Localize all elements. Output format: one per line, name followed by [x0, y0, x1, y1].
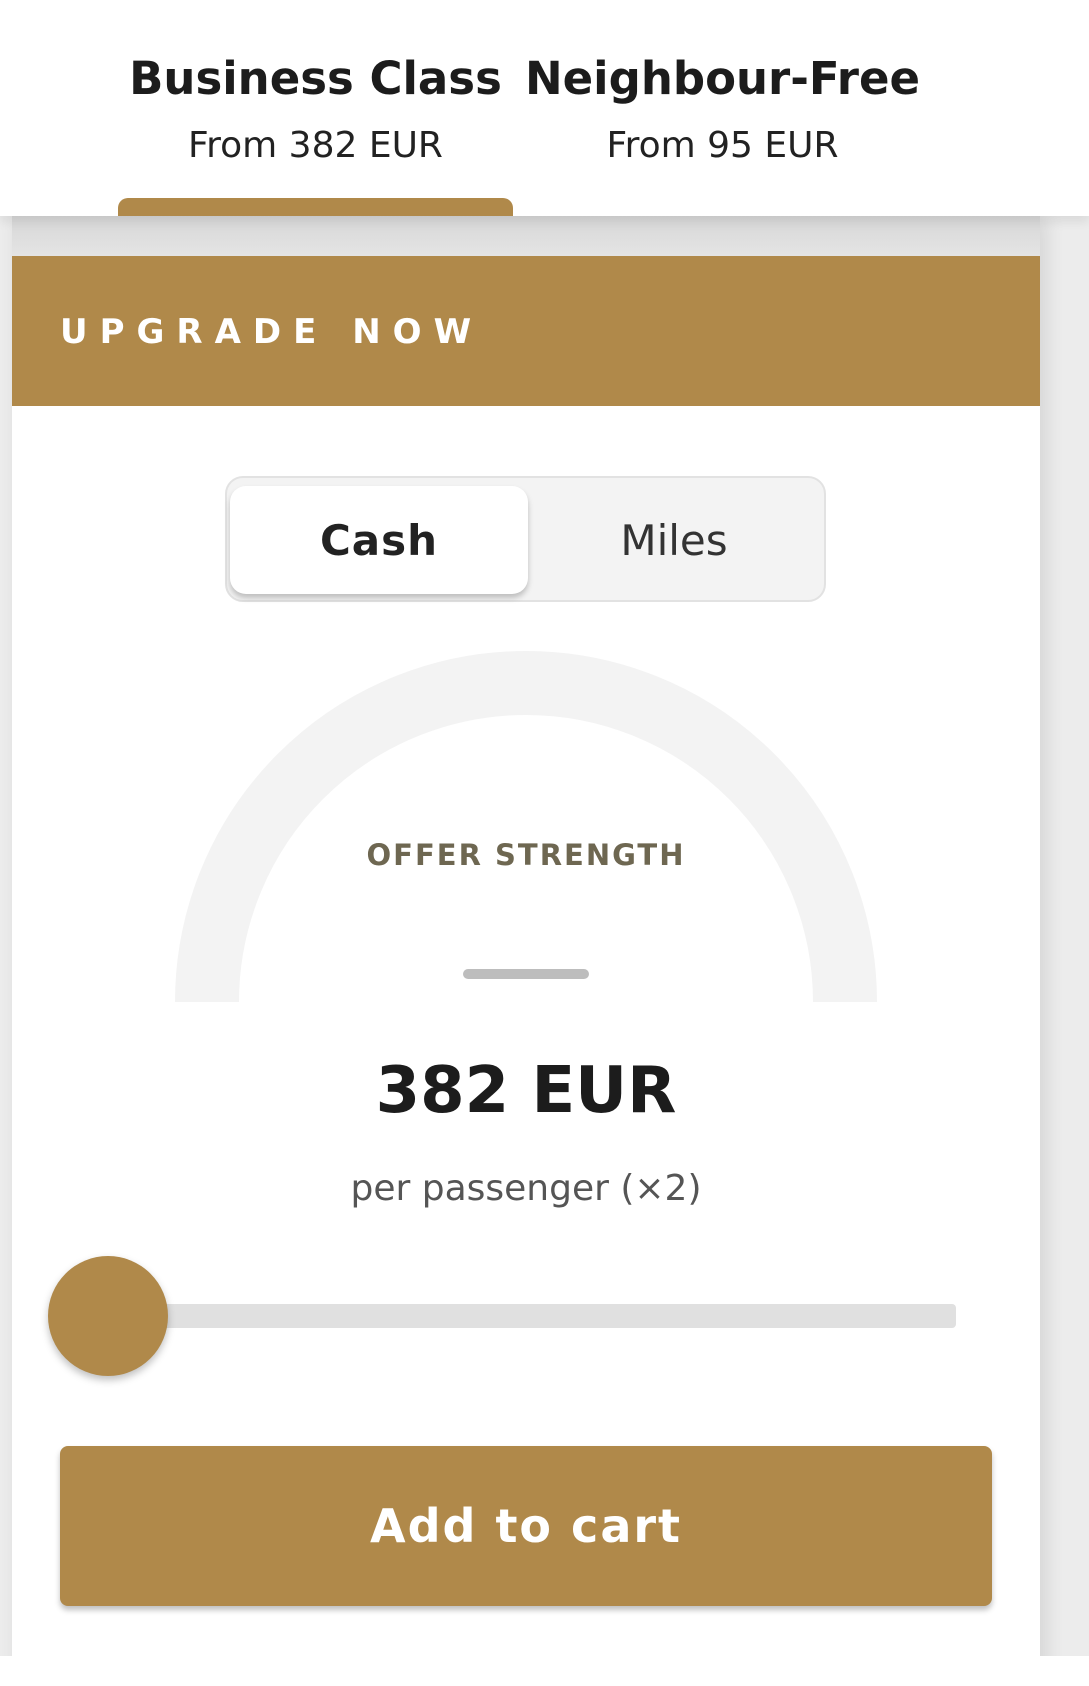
- add-to-cart-button[interactable]: Add to cart: [60, 1446, 992, 1606]
- selected-tab-indicator: [118, 198, 513, 216]
- upgrade-banner: UPGRADE NOW: [12, 256, 1040, 406]
- offer-strength-gauge: [175, 651, 877, 1002]
- bottom-edge: [0, 1656, 1089, 1686]
- tab-neighbour-free-price: From 95 EUR: [606, 125, 839, 166]
- upgrade-type-tabs: Business Class From 382 EUR Neighbour-Fr…: [0, 0, 1089, 216]
- offer-slider-track[interactable]: [100, 1304, 956, 1328]
- upgrade-card: UPGRADE NOW Cash Miles OFFER STRENGTH 38…: [12, 216, 1040, 1686]
- offer-strength-label: OFFER STRENGTH: [366, 838, 686, 872]
- tab-neighbour-free[interactable]: Neighbour-Free From 95 EUR: [520, 0, 925, 216]
- toggle-option-miles[interactable]: Miles: [525, 486, 823, 594]
- payment-method-toggle: Cash Miles: [225, 476, 826, 602]
- tab-neighbour-free-title: Neighbour-Free: [525, 52, 920, 105]
- tab-business-class[interactable]: Business Class From 382 EUR: [118, 0, 513, 216]
- offer-strength-indicator: [463, 969, 589, 979]
- tab-business-class-price: From 382 EUR: [188, 125, 443, 166]
- per-passenger-note: per passenger (×2): [350, 1168, 702, 1209]
- tab-business-class-title: Business Class: [129, 52, 502, 105]
- card-top-gap: [12, 216, 1040, 256]
- offer-price: 382 EUR: [375, 1054, 677, 1128]
- offer-slider-thumb[interactable]: [48, 1256, 168, 1376]
- upgrade-banner-title: UPGRADE NOW: [60, 312, 484, 352]
- toggle-option-cash[interactable]: Cash: [230, 486, 528, 594]
